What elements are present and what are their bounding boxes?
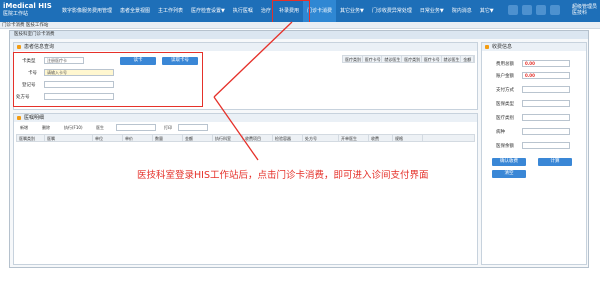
- arrow-line-bottom: [213, 96, 259, 161]
- annotation-arrows: [213, 21, 293, 161]
- annotation-text: 医技科室登录HIS工作站后，点击门诊卡消费，即可进入诊间支付界面: [137, 170, 429, 181]
- arrow-line-top: [213, 21, 293, 98]
